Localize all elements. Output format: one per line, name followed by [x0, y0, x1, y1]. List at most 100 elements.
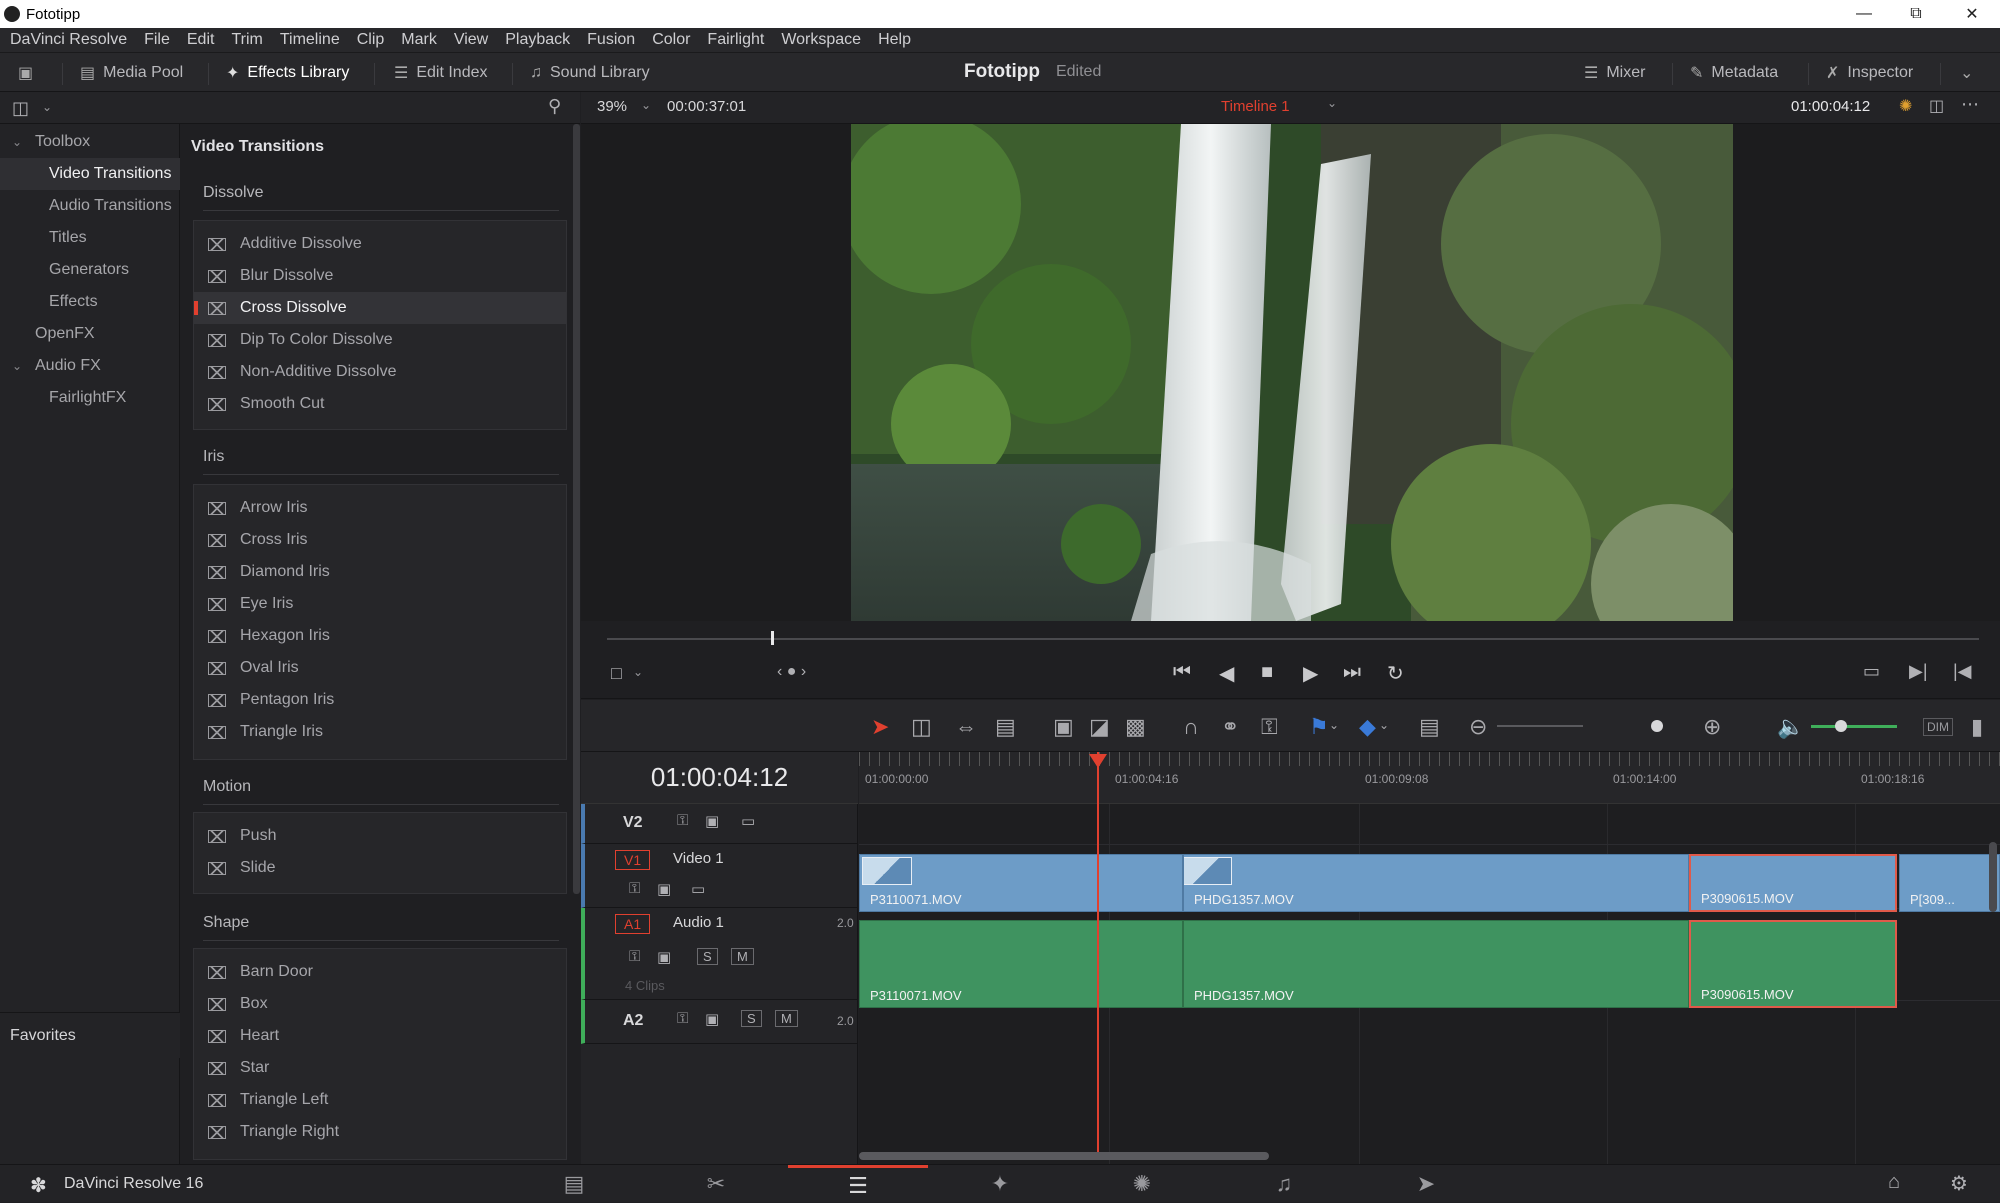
lock-icon[interactable]: ⚿	[629, 880, 640, 897]
chevron-down-icon[interactable]: ⌄	[42, 100, 52, 114]
timeline-selector[interactable]: Timeline 1	[1221, 98, 1290, 115]
auto-select-icon[interactable]: ▣	[657, 948, 671, 966]
match-frame-icon[interactable]: ▭	[1863, 661, 1880, 682]
color-wheel-icon[interactable]: ✺	[1899, 96, 1912, 116]
timeline-playhead[interactable]	[1097, 752, 1099, 1152]
effect-heart[interactable]: Heart	[194, 1020, 566, 1052]
effect-triangle-right[interactable]: Triangle Right	[194, 1116, 566, 1148]
effect-cross-dissolve[interactable]: Cross Dissolve	[194, 292, 566, 324]
solo-button[interactable]: S	[741, 1010, 762, 1027]
menu-file[interactable]: File	[144, 31, 170, 49]
menu-clip[interactable]: Clip	[357, 31, 385, 49]
metadata-button[interactable]: ✎ Metadata	[1690, 53, 1778, 93]
transition-block[interactable]	[862, 857, 912, 885]
effect-star[interactable]: Star	[194, 1052, 566, 1084]
prev-next-marker-icon[interactable]: ‹ ● ›	[777, 663, 806, 681]
page-fairlight-button[interactable]: ♫	[1214, 1165, 1354, 1203]
page-edit-button[interactable]: ☰	[788, 1165, 928, 1203]
flag-icon[interactable]: ⚑	[1309, 714, 1329, 740]
page-fusion-button[interactable]: ✦	[930, 1165, 1070, 1203]
menu-view[interactable]: View	[454, 31, 488, 49]
dim-button[interactable]: DIM	[1923, 718, 1953, 736]
menu-davinci-resolve[interactable]: DaVinci Resolve	[10, 31, 127, 49]
page-color-button[interactable]: ✺	[1072, 1165, 1212, 1203]
zoom-out-icon[interactable]: ⊖	[1469, 714, 1487, 740]
effect-triangle-left[interactable]: Triangle Left	[194, 1084, 566, 1116]
effect-additive-dissolve[interactable]: Additive Dissolve	[194, 228, 566, 260]
stop-icon[interactable]: ■	[1261, 661, 1273, 684]
volume-icon[interactable]: 🔈	[1777, 714, 1804, 740]
effect-slide[interactable]: Slide	[194, 852, 566, 884]
zoom-slider-track[interactable]	[1497, 725, 1583, 727]
mute-button[interactable]: M	[731, 948, 754, 965]
chevron-down-icon[interactable]: ⌄	[641, 98, 651, 112]
playhead-handle[interactable]	[1089, 754, 1107, 768]
chevron-down-icon[interactable]: ⌄	[1379, 718, 1389, 732]
sound-library-button[interactable]: ♫ Sound Library	[530, 53, 650, 93]
effect-blur-dissolve[interactable]: Blur Dissolve	[194, 260, 566, 292]
menu-help[interactable]: Help	[878, 31, 911, 49]
overwrite-clip-icon[interactable]: ◪	[1089, 714, 1110, 740]
effects-library-button[interactable]: ✦ Effects Library	[226, 53, 349, 93]
dual-viewer-icon[interactable]: ◫	[1929, 96, 1944, 116]
effect-hexagon-iris[interactable]: Hexagon Iris	[194, 620, 566, 652]
page-deliver-button[interactable]: ➤	[1356, 1165, 1496, 1203]
tree-item-openfx[interactable]: OpenFX	[0, 318, 180, 350]
track-destination-v1[interactable]: V1	[615, 850, 651, 870]
scrub-track[interactable]	[607, 638, 1979, 640]
selection-tool-icon[interactable]: ➤	[871, 714, 889, 740]
tree-item-audio-transitions[interactable]: Audio Transitions	[0, 190, 180, 222]
favorites-header[interactable]: Favorites	[0, 1012, 180, 1058]
effect-pentagon-iris[interactable]: Pentagon Iris	[194, 684, 566, 716]
audio-clip[interactable]: PHDG1357.MOV	[1183, 920, 1689, 1008]
chevron-down-icon[interactable]: ⌄	[633, 665, 643, 679]
timeline-vertical-scrollbar[interactable]	[1989, 842, 1997, 912]
tree-item-video-transitions[interactable]: Video Transitions	[0, 158, 180, 190]
menu-timeline[interactable]: Timeline	[280, 31, 340, 49]
effect-box[interactable]: Box	[194, 988, 566, 1020]
zoom-slider-handle[interactable]	[1651, 720, 1663, 732]
video-clip[interactable]: PHDG1357.MOV	[1183, 854, 1689, 912]
auto-select-icon[interactable]: ▣	[657, 880, 671, 898]
next-frame-icon[interactable]: ▶|	[1909, 661, 1928, 682]
search-icon[interactable]: ⚲	[548, 96, 561, 117]
mixer-button[interactable]: ☰ Mixer	[1584, 53, 1645, 93]
effect-barn-door[interactable]: Barn Door	[194, 956, 566, 988]
scrub-playhead[interactable]	[771, 631, 774, 645]
video-frame[interactable]	[851, 124, 1733, 621]
linked-selection-icon[interactable]: ⚭	[1221, 714, 1239, 740]
effect-push[interactable]: Push	[194, 820, 566, 852]
edit-index-button[interactable]: ☰ Edit Index	[394, 53, 488, 93]
play-icon[interactable]: ▶	[1303, 661, 1318, 686]
menu-color[interactable]: Color	[652, 31, 690, 49]
effect-diamond-iris[interactable]: Diamond Iris	[194, 556, 566, 588]
audio-clip-selected[interactable]: P3090615.MOV	[1689, 920, 1897, 1008]
audio-meter-icon[interactable]: ▮	[1971, 714, 1983, 740]
effect-arrow-iris[interactable]: Arrow Iris	[194, 492, 566, 524]
mute-button[interactable]: M	[775, 1010, 798, 1027]
menu-fusion[interactable]: Fusion	[587, 31, 635, 49]
viewer-mode-icon[interactable]: □	[611, 663, 622, 684]
page-media-button[interactable]: ▤	[504, 1165, 644, 1203]
insert-clip-icon[interactable]: ▣	[1053, 714, 1074, 740]
chevron-down-icon[interactable]: ⌄	[1329, 718, 1339, 732]
effect-oval-iris[interactable]: Oval Iris	[194, 652, 566, 684]
track-destination-a1[interactable]: A1	[615, 914, 651, 934]
zoom-level[interactable]: 39%	[597, 98, 627, 115]
play-reverse-icon[interactable]: ◀	[1219, 661, 1234, 686]
tree-item-audio-fx[interactable]: ⌄ Audio FX	[0, 350, 180, 382]
timeline-view-options-icon[interactable]: ▤	[1419, 714, 1440, 740]
lock-icon[interactable]: ⚿	[629, 948, 640, 965]
menu-trim[interactable]: Trim	[231, 31, 262, 49]
audio-clip[interactable]: P3110071.MOV	[859, 920, 1183, 1008]
tree-item-effects[interactable]: Effects	[0, 286, 180, 318]
lock-icon[interactable]: ⚿	[677, 812, 688, 829]
effects-scrollbar[interactable]	[573, 124, 580, 894]
timeline-scrollbar[interactable]	[859, 1152, 1269, 1160]
more-options-icon[interactable]: ⋯	[1961, 94, 1979, 115]
auto-select-icon[interactable]: ▣	[705, 1010, 719, 1028]
menu-edit[interactable]: Edit	[187, 31, 215, 49]
prev-frame-icon[interactable]: |◀	[1953, 661, 1972, 682]
timeline-area[interactable]: 01:00:00:00 01:00:04:16 01:00:09:08 01:0…	[859, 752, 2000, 1164]
lock-icon[interactable]: ⚿	[677, 1010, 688, 1027]
